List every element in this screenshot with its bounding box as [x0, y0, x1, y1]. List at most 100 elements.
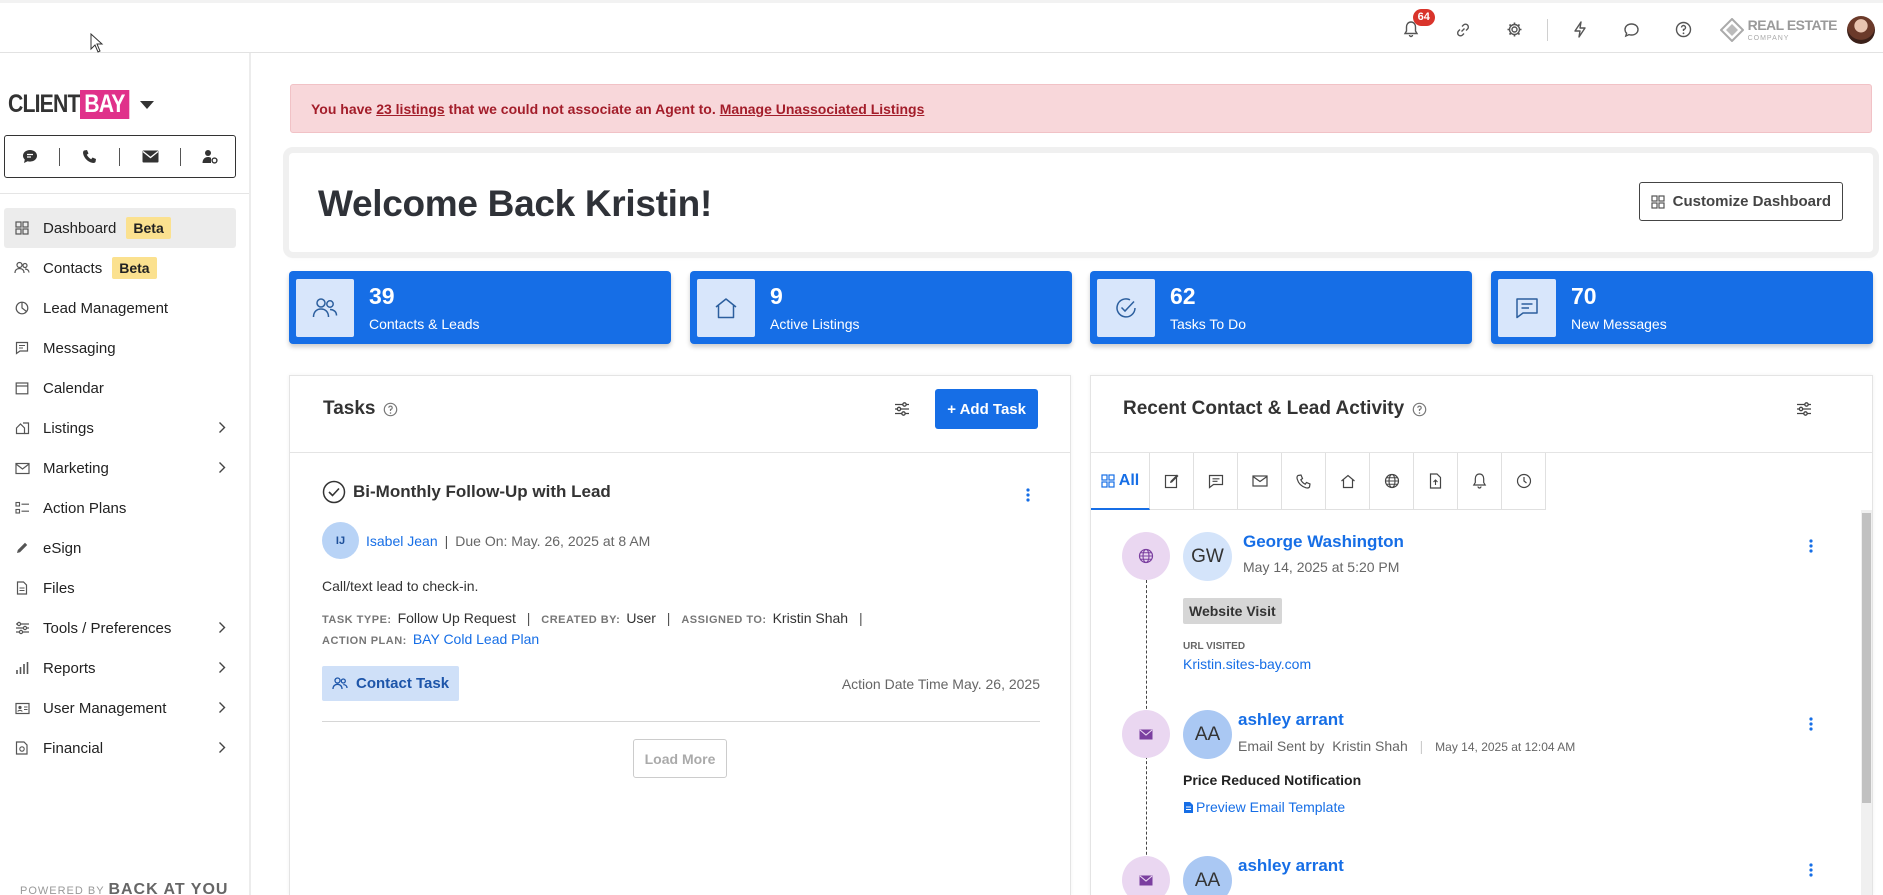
contact-name-link[interactable]: ashley arrant	[1238, 710, 1344, 730]
question-circle-icon	[1675, 21, 1692, 38]
email-type-icon	[1122, 710, 1170, 758]
stat-label: New Messages	[1571, 316, 1667, 332]
sidebar-item-contacts[interactable]: Contacts Beta	[4, 248, 236, 288]
sidebar-item-calendar[interactable]: Calendar	[4, 368, 236, 408]
contact-name-link[interactable]: George Washington	[1243, 532, 1404, 552]
client-bay-logo[interactable]: CLIENT BAY	[8, 90, 154, 119]
brand-logo-text: REAL ESTATE COMPANY	[1747, 17, 1838, 42]
settings-button[interactable]	[1489, 3, 1541, 56]
sidebar-item-dashboard[interactable]: Dashboard Beta	[4, 208, 236, 248]
quick-actions-separator	[179, 147, 181, 166]
top-icons: 64 REAL ESTATE COMPANY	[1385, 3, 1883, 56]
quick-add-contact-button[interactable]	[190, 142, 230, 172]
chevron-right-icon	[219, 422, 226, 433]
notifications-button[interactable]: 64	[1385, 3, 1437, 56]
id-card-icon	[14, 700, 30, 716]
contact-name-link[interactable]: ashley arrant	[1238, 856, 1344, 876]
action-plan-link[interactable]: BAY Cold Lead Plan	[413, 631, 539, 647]
sidebar-item-reports[interactable]: Reports	[4, 648, 236, 688]
help-button[interactable]	[1658, 3, 1710, 56]
filter-sliders-icon[interactable]	[1796, 401, 1812, 417]
stat-card-listings[interactable]: 9 Active Listings	[690, 271, 1072, 344]
globe-icon	[1138, 548, 1154, 564]
question-circle-icon[interactable]	[383, 402, 398, 417]
listings-count-link[interactable]: 23 listings	[376, 101, 444, 117]
phone-icon	[1296, 473, 1311, 489]
sidebar-item-label: Dashboard	[43, 219, 117, 237]
check-circle-icon[interactable]	[322, 480, 346, 504]
sidebar-item-lead-management[interactable]: Lead Management	[4, 288, 236, 328]
sidebar-item-label: Lead Management	[43, 299, 169, 317]
email-sent-by: Email Sent by Kristin Shah | May 14, 202…	[1238, 738, 1576, 754]
user-avatar[interactable]	[1847, 15, 1875, 44]
sidebar-item-label: Listings	[43, 419, 94, 437]
sidebar-item-tools-preferences[interactable]: Tools / Preferences	[4, 608, 236, 648]
tab-website[interactable]	[1370, 453, 1414, 510]
sidebar-item-label: Calendar	[43, 379, 104, 397]
load-more-button[interactable]: Load More	[633, 739, 727, 778]
stat-value: 70	[1571, 283, 1597, 309]
task-due-date: Due On: May. 26, 2025 at 8 AM	[455, 532, 651, 549]
tab-notes[interactable]	[1150, 453, 1194, 510]
assignee-avatar: IJ	[322, 522, 359, 559]
sidebar-divider	[0, 193, 249, 194]
assignee-link[interactable]: Isabel Jean	[366, 533, 438, 549]
sidebar-item-files[interactable]: Files	[4, 568, 236, 608]
logo-caret-down-icon[interactable]	[139, 100, 154, 109]
sidebar-item-financial[interactable]: Financial	[4, 728, 236, 768]
add-task-button[interactable]: + Add Task	[935, 389, 1038, 429]
powered-by-footer: POWERED BY BACK AT YOU	[20, 881, 228, 895]
more-options-icon[interactable]	[1026, 488, 1030, 502]
sidebar-item-user-management[interactable]: User Management	[4, 688, 236, 728]
alert-prefix: You have	[311, 100, 373, 117]
tab-listings[interactable]	[1326, 453, 1370, 510]
stat-card-messages[interactable]: 70 New Messages	[1491, 271, 1873, 344]
tab-messages[interactable]	[1194, 453, 1238, 510]
stat-card-tasks[interactable]: 62 Tasks To Do	[1090, 271, 1472, 344]
logo-bay-text: BAY	[80, 90, 130, 119]
sidebar-item-messaging[interactable]: Messaging	[4, 328, 236, 368]
logo-client-text: CLIENT	[8, 90, 80, 118]
stat-card-contacts[interactable]: 39 Contacts & Leads	[289, 271, 671, 344]
sidebar-item-marketing[interactable]: Marketing	[4, 448, 236, 488]
beta-badge: Beta	[126, 217, 171, 239]
contact-task-button[interactable]: Contact Task	[322, 666, 460, 701]
more-options-icon[interactable]	[1809, 539, 1813, 553]
scrollbar-thumb[interactable]	[1862, 513, 1871, 803]
brand-logo: REAL ESTATE COMPANY	[1719, 17, 1838, 42]
customize-dashboard-button[interactable]: Customize Dashboard	[1638, 182, 1843, 221]
quick-call-button[interactable]	[70, 142, 110, 172]
manage-unassociated-listings-link[interactable]: Manage Unassociated Listings	[720, 101, 925, 117]
tab-history[interactable]	[1502, 453, 1546, 510]
tab-notifications[interactable]	[1458, 453, 1502, 510]
chat-bubble-icon	[1624, 22, 1639, 37]
quick-email-button[interactable]	[130, 142, 170, 172]
more-options-icon[interactable]	[1809, 863, 1813, 877]
links-button[interactable]	[1437, 3, 1489, 56]
tab-documents[interactable]	[1414, 453, 1458, 510]
tab-emails[interactable]	[1238, 453, 1282, 510]
stat-label: Tasks To Do	[1170, 316, 1246, 332]
clock-icon	[1516, 473, 1531, 489]
contact-avatar: AA	[1183, 710, 1232, 759]
quick-actions-button[interactable]	[1554, 3, 1606, 56]
sidebar-item-action-plans[interactable]: Action Plans	[4, 488, 236, 528]
activity-panel-header: Recent Contact & Lead Activity	[1091, 376, 1872, 453]
preview-email-template-link[interactable]: Preview Email Template	[1183, 799, 1345, 815]
more-options-icon[interactable]	[1809, 717, 1813, 731]
quick-message-button[interactable]	[10, 142, 50, 172]
sidebar-item-listings[interactable]: Listings	[4, 408, 236, 448]
task-description: Call/text lead to check-in.	[322, 578, 479, 594]
task-meta: IJ Isabel Jean | Due On: May. 26, 2025 a…	[322, 522, 650, 559]
url-visited-link[interactable]: Kristin.sites-bay.com	[1183, 656, 1311, 672]
question-circle-icon[interactable]	[1412, 402, 1427, 417]
sidebar-item-label: User Management	[43, 699, 167, 717]
task-title[interactable]: Bi-Monthly Follow-Up with Lead	[322, 480, 1040, 504]
tab-all[interactable]: All	[1091, 453, 1150, 510]
chat-button[interactable]	[1606, 3, 1658, 56]
filter-sliders-icon[interactable]	[894, 401, 910, 417]
sidebar-item-esign[interactable]: eSign	[4, 528, 236, 568]
meta-separator: |	[444, 532, 449, 549]
tab-calls[interactable]	[1282, 453, 1326, 510]
activity-scrollbar[interactable]	[1861, 510, 1872, 895]
